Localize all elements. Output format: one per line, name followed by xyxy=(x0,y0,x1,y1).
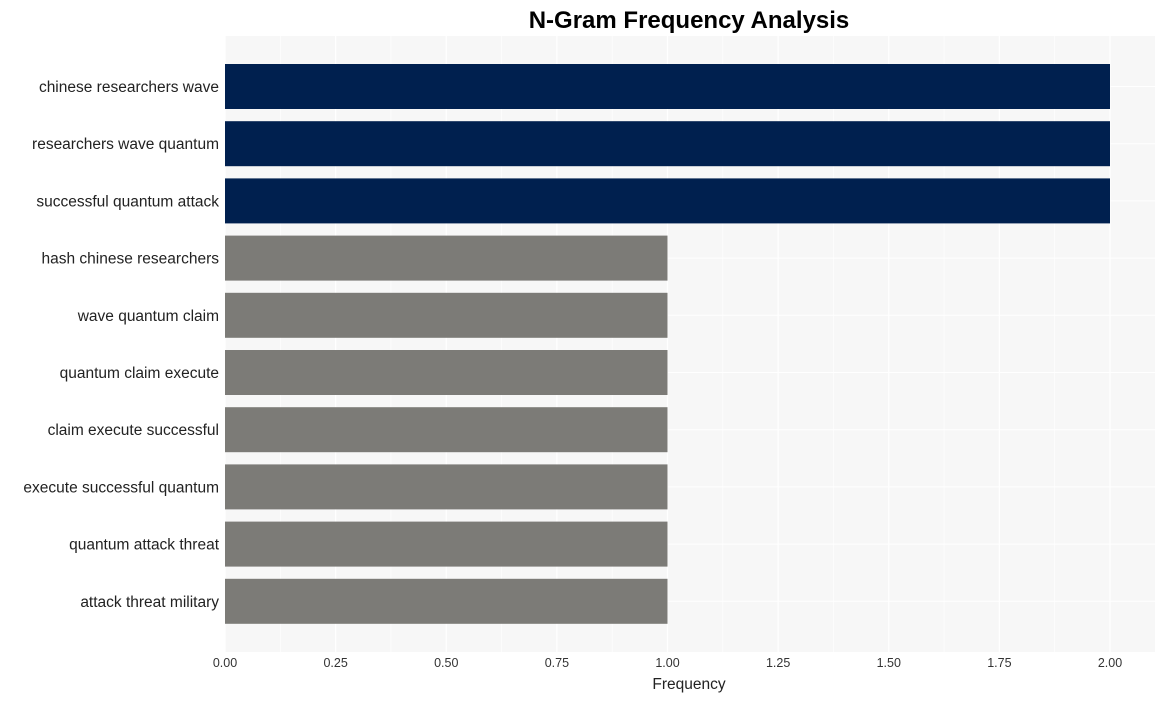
y-tick-label: quantum attack threat xyxy=(69,537,220,554)
y-tick-label: quantum claim execute xyxy=(60,365,219,382)
bar xyxy=(225,407,668,453)
x-axis-ticks: 0.00 0.25 0.50 0.75 1.00 1.25 1.50 1.75 2.00 xyxy=(213,656,1122,670)
x-tick-label: 2.00 xyxy=(1098,656,1122,670)
bar xyxy=(225,235,668,281)
bar xyxy=(225,64,1110,109)
x-tick-label: 1.25 xyxy=(766,656,790,670)
bar xyxy=(225,178,1110,224)
bar xyxy=(225,578,668,624)
y-tick-label: claim execute successful xyxy=(48,422,219,439)
y-tick-label: execute successful quantum xyxy=(23,479,219,496)
y-tick-label: successful quantum attack xyxy=(36,193,219,210)
x-tick-label: 0.75 xyxy=(545,656,569,670)
y-axis-labels: chinese researchers wave researchers wave… xyxy=(23,79,219,611)
x-tick-label: 0.00 xyxy=(213,656,237,670)
y-tick-label: chinese researchers wave xyxy=(39,79,219,96)
bar xyxy=(225,521,668,567)
x-tick-label: 1.75 xyxy=(987,656,1011,670)
x-axis-label: Frequency xyxy=(652,676,725,693)
x-tick-label: 1.50 xyxy=(877,656,901,670)
y-tick-label: wave quantum claim xyxy=(77,308,219,325)
bar xyxy=(225,350,668,395)
chart: chinese researchers wave researchers wave… xyxy=(23,7,1155,693)
y-tick-label: attack threat military xyxy=(80,594,219,611)
bar xyxy=(225,292,668,338)
x-tick-label: 0.50 xyxy=(434,656,458,670)
bar xyxy=(225,464,668,510)
chart-title: N-Gram Frequency Analysis xyxy=(529,7,850,34)
y-tick-label: hash chinese researchers xyxy=(42,251,220,268)
bar xyxy=(225,121,1110,167)
x-tick-label: 1.00 xyxy=(655,656,679,670)
x-tick-label: 0.25 xyxy=(323,656,347,670)
y-tick-label: researchers wave quantum xyxy=(32,136,219,153)
